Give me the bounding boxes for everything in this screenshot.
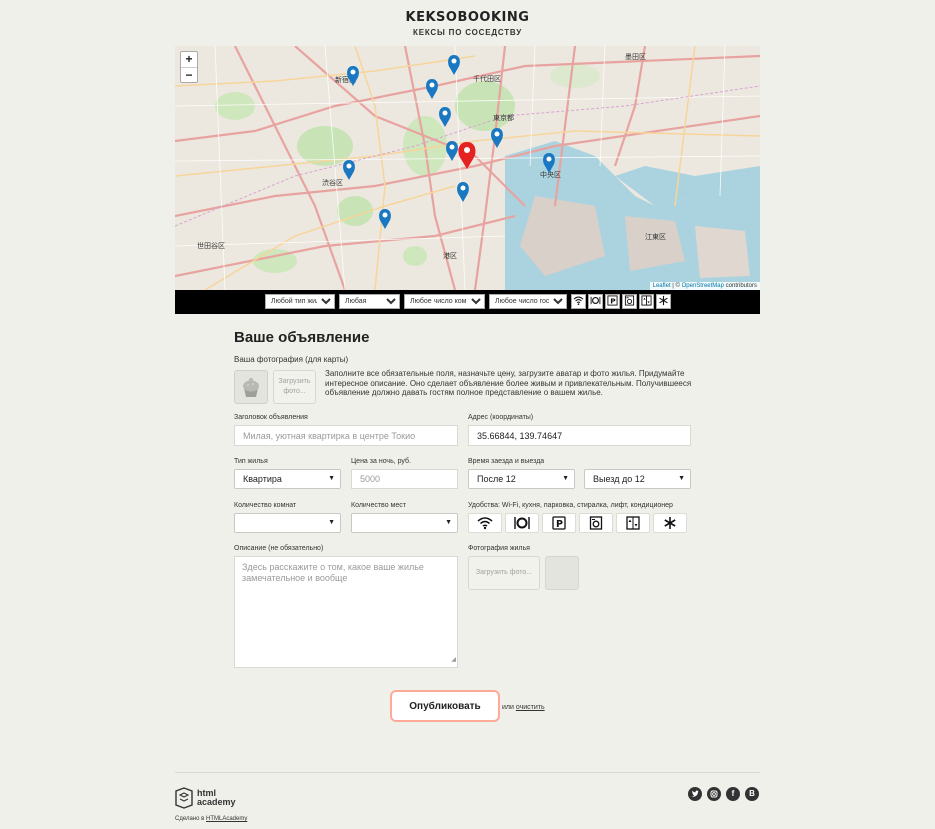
feature-wifi[interactable] [468, 513, 502, 533]
academy-shield-icon [175, 787, 193, 809]
svg-text:P: P [610, 296, 616, 305]
place-label: 渋谷区 [322, 178, 343, 187]
zoom-control: + − [180, 51, 198, 83]
dishwasher-icon[interactable] [588, 294, 603, 309]
elevator-icon [626, 516, 640, 530]
time-label: Время заезда и выезда [468, 458, 545, 465]
avatar-preview [234, 370, 268, 404]
checkout-select[interactable]: Выезд до 12 ▼ [584, 469, 691, 489]
muffin-icon [243, 378, 259, 397]
map[interactable]: 新宿区 千代田区 東京都 中央区 渋谷区 港区 世田谷区 江東区 墨田区 + − [175, 46, 760, 290]
conditioner-icon [664, 517, 676, 529]
chevron-down-icon: ▼ [445, 519, 452, 526]
footer-divider [175, 772, 760, 773]
feature-parking[interactable]: P [542, 513, 576, 533]
capacity-select[interactable]: ▼ [351, 513, 458, 533]
description-textarea[interactable]: Здесь расскажите о том, какое ваше жилье… [234, 556, 458, 668]
htmlacademy-logo[interactable]: html academy [175, 787, 236, 809]
housing-price-filter[interactable]: Любая [339, 294, 400, 309]
publish-button[interactable]: Опубликовать [390, 690, 500, 722]
logo-tagline: КЕКСЫ ПО СОСЕДСТВУ [413, 28, 522, 37]
svg-text:P: P [556, 519, 563, 530]
checkin-select[interactable]: После 12 ▼ [468, 469, 575, 489]
avatar-upload-button[interactable]: Загрузить фото... [273, 370, 316, 404]
zoom-out-button[interactable]: − [181, 67, 197, 82]
feature-washer[interactable] [579, 513, 613, 533]
osm-link[interactable]: OpenStreetMap [682, 283, 724, 289]
chevron-down-icon: ▼ [562, 475, 569, 482]
place-label: 世田谷区 [197, 241, 225, 250]
price-label: Цена за ночь, руб. [351, 458, 411, 465]
conditioner-icon[interactable] [656, 294, 671, 309]
place-label: 港区 [443, 251, 457, 260]
htmlacademy-link[interactable]: HTMLAcademy [206, 816, 247, 822]
site-header: KEKSOBOOKING КЕКСЫ ПО СОСЕДСТВУ [0, 10, 935, 37]
photo-upload-button[interactable]: Загрузить фото... [468, 556, 540, 590]
zoom-in-button[interactable]: + [181, 52, 197, 67]
instagram-icon[interactable] [707, 787, 721, 801]
parking-icon[interactable]: P [605, 294, 620, 309]
type-label: Тип жилья [234, 458, 268, 465]
feature-conditioner[interactable] [653, 513, 687, 533]
twitter-icon[interactable] [688, 787, 702, 801]
map-tiles: 新宿区 千代田区 東京都 中央区 渋谷区 港区 世田谷区 江東区 墨田区 [175, 46, 760, 290]
feature-elevator[interactable] [616, 513, 650, 533]
reset-text: или очистить [502, 704, 545, 711]
address-input[interactable]: 35.66844, 139.74647 [468, 425, 691, 446]
facebook-icon[interactable]: f [726, 787, 740, 801]
form-title: Ваше объявление [234, 329, 370, 346]
place-label: 江東区 [645, 232, 666, 241]
photo-preview [545, 556, 579, 590]
map-attribution: Leaflet | © OpenStreetMap contributors [649, 282, 760, 290]
reset-link[interactable]: очистить [516, 704, 545, 711]
avatar-label: Ваша фотография (для карты) [234, 355, 349, 364]
wifi-icon[interactable] [571, 294, 586, 309]
features-label: Удобства: Wi-Fi, кухня, парковка, стирал… [468, 502, 673, 509]
leaflet-link[interactable]: Leaflet [653, 283, 671, 289]
chevron-down-icon: ▼ [328, 519, 335, 526]
elevator-icon[interactable] [639, 294, 654, 309]
parking-icon: P [552, 516, 566, 530]
made-in-text: Сделано в HTMLAcademy [175, 816, 248, 822]
washer-icon[interactable] [622, 294, 637, 309]
housing-type-filter[interactable]: Любой тип жилья [265, 294, 335, 309]
place-label: 東京都 [493, 113, 514, 122]
chevron-down-icon: ▼ [328, 475, 335, 482]
capacity-label: Количество мест [351, 502, 406, 509]
place-label: 千代田区 [473, 74, 501, 83]
description-label: Описание (не обязательно) [234, 545, 324, 552]
wifi-icon [477, 517, 493, 530]
dishwasher-icon [514, 517, 530, 529]
form-hint: Заполните все обязательные поля, назначь… [325, 369, 692, 397]
place-label: 墨田区 [625, 53, 646, 61]
chevron-down-icon: ▼ [678, 475, 685, 482]
title-label: Заголовок объявления [234, 414, 308, 421]
address-label: Адрес (координаты) [468, 414, 534, 421]
title-input[interactable]: Милая, уютная квартирка в центре Токио [234, 425, 458, 446]
washer-icon [589, 516, 603, 530]
place-label: 中央区 [540, 170, 561, 179]
photo-label: Фотография жилья [468, 545, 530, 552]
housing-rooms-filter[interactable]: Любое число комнат [404, 294, 485, 309]
rooms-label: Количество комнат [234, 502, 297, 509]
map-filters: Любой тип жилья Любая Любое число комнат… [175, 290, 760, 314]
resize-handle-icon[interactable]: ◢ [451, 655, 456, 666]
vk-icon[interactable]: B [745, 787, 759, 801]
price-input[interactable]: 5000 [351, 469, 458, 489]
logo[interactable]: KEKSOBOOKING [0, 10, 935, 25]
rooms-select[interactable]: ▼ [234, 513, 341, 533]
feature-dishwasher[interactable] [505, 513, 539, 533]
housing-guests-filter[interactable]: Любое число гостей [489, 294, 567, 309]
type-select[interactable]: Квартира ▼ [234, 469, 341, 489]
